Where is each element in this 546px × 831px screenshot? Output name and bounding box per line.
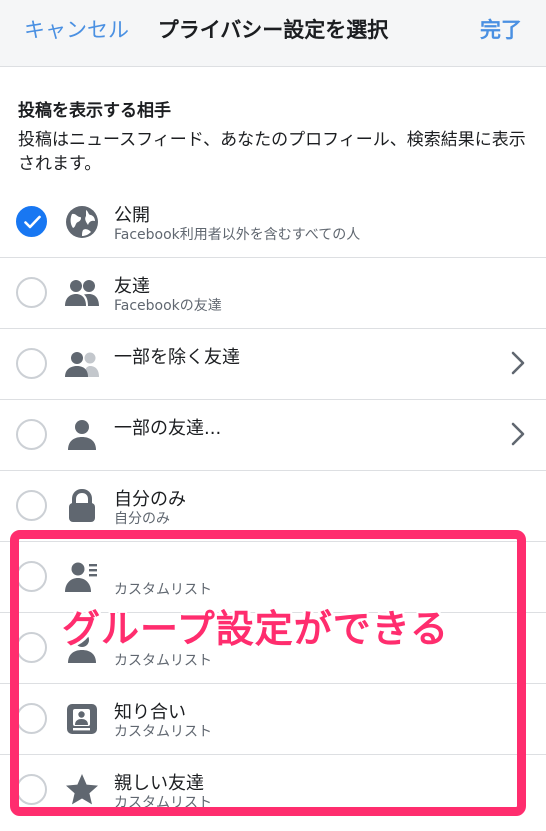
radio-unchecked[interactable] (16, 277, 47, 308)
option-sublabel: カスタムリスト (114, 795, 212, 811)
option-close-friends[interactable]: 親しい友達 カスタムリスト (0, 754, 546, 825)
option-only-me[interactable]: 自分のみ 自分のみ (0, 470, 546, 542)
option-sublabel: Facebook利用者以外を含むすべての人 (114, 227, 361, 243)
annotation-callout: グループ設定ができる (62, 607, 449, 651)
radio-unchecked[interactable] (16, 561, 47, 592)
option-acquaintances[interactable]: 知り合い カスタムリスト (0, 683, 546, 755)
radio-unchecked[interactable] (16, 419, 47, 450)
option-friends-except[interactable]: 一部を除く友達 (0, 328, 546, 400)
option-public[interactable]: 公開 Facebook利用者以外を含むすべての人 (0, 186, 546, 258)
star-icon (64, 772, 100, 808)
option-sublabel: カスタムリスト (114, 724, 212, 740)
section-title: 投稿を表示する相手 (18, 101, 171, 121)
option-sublabel: カスタムリスト (114, 653, 212, 669)
radio-unchecked[interactable] (16, 774, 47, 805)
chevron-right-icon[interactable] (510, 350, 526, 376)
globe-icon (64, 204, 100, 240)
check-icon (24, 215, 41, 229)
radio-unchecked[interactable] (16, 632, 47, 663)
option-label: 一部の友達... (114, 418, 222, 439)
option-specific-friends[interactable]: 一部の友達... (0, 399, 546, 471)
radio-checked[interactable] (16, 206, 47, 237)
friends-icon (64, 275, 100, 311)
list-person-icon (64, 559, 100, 595)
radio-unchecked[interactable] (16, 490, 47, 521)
option-sublabel: カスタムリスト (114, 582, 212, 598)
option-sublabel: Facebookの友達 (114, 298, 222, 314)
radio-unchecked[interactable] (16, 703, 47, 734)
option-sublabel: 自分のみ (114, 511, 170, 527)
option-label: 一部を除く友達 (114, 347, 240, 368)
option-friends[interactable]: 友達 Facebookの友達 (0, 257, 546, 329)
page-title: プライバシー設定を選択 (157, 18, 389, 42)
section-description: 投稿はニュースフィード、あなたのプロフィール、検索結果に表示されます。 (18, 130, 526, 174)
lock-icon (64, 488, 100, 524)
done-button[interactable]: 完了 (480, 14, 522, 44)
person-icon (64, 417, 100, 453)
badge-icon (64, 701, 100, 737)
radio-unchecked[interactable] (16, 348, 47, 379)
friends-except-icon (64, 346, 100, 382)
nav-header: キャンセル プライバシー設定を選択 完了 (0, 0, 546, 67)
chevron-right-icon[interactable] (510, 421, 526, 447)
